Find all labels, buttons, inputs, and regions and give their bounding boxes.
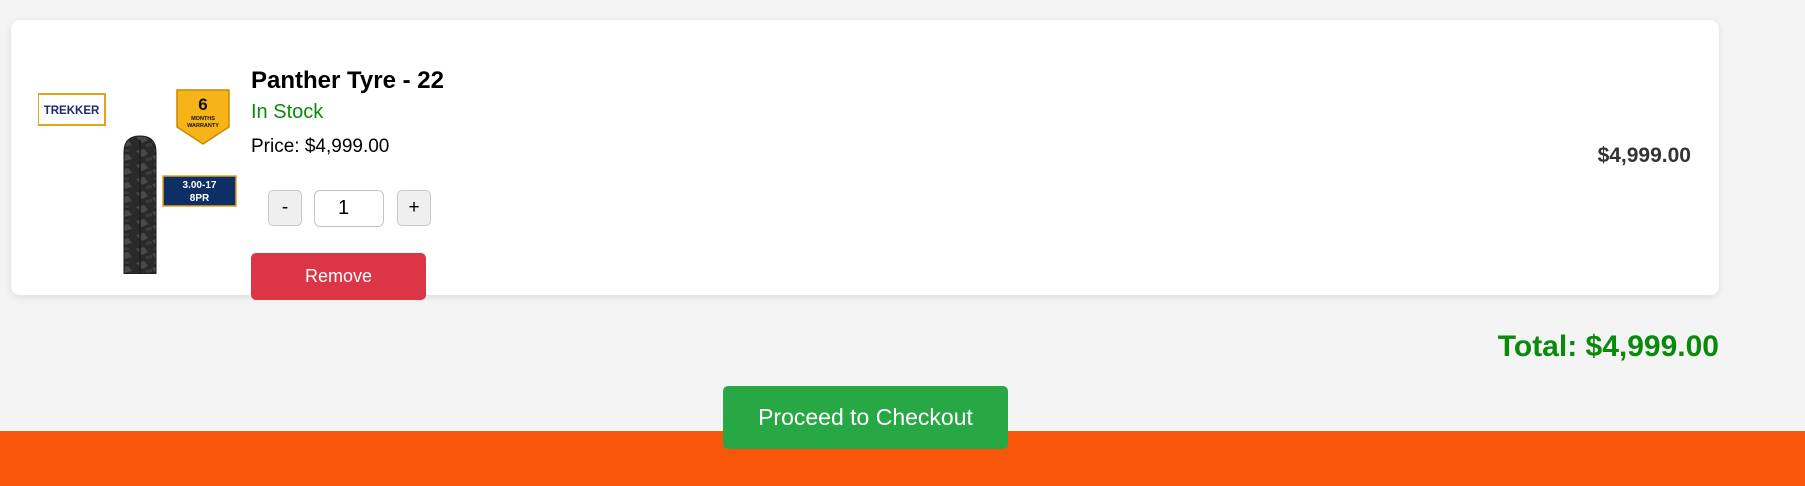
cart-item-card: TREKKER 6 MONTHS WARRANTY 3.00-17 8PR Pa… — [11, 20, 1719, 300]
svg-text:3.00-17: 3.00-17 — [183, 180, 217, 191]
cart-total: Total: $4,999.00 — [1497, 330, 1719, 363]
svg-text:8PR: 8PR — [190, 193, 210, 204]
brand-label: TREKKER — [38, 93, 106, 126]
tyre-size-label: 3.00-17 8PR — [162, 175, 237, 207]
remove-button[interactable]: Remove — [251, 253, 426, 300]
checkout-button[interactable]: Proceed to Checkout — [723, 386, 1008, 449]
line-total: $4,999.00 — [1597, 144, 1691, 167]
quantity-increment-button[interactable]: + — [397, 190, 431, 226]
quantity-input[interactable] — [314, 190, 384, 227]
product-name: Panther Tyre - 22 — [251, 67, 444, 94]
svg-text:WARRANTY: WARRANTY — [187, 123, 219, 129]
warranty-badge: 6 MONTHS WARRANTY — [176, 89, 230, 145]
svg-text:TREKKER: TREKKER — [44, 105, 100, 117]
unit-price: Price: $4,999.00 — [251, 136, 390, 157]
svg-text:MONTHS: MONTHS — [191, 116, 215, 122]
quantity-decrement-button[interactable]: - — [268, 190, 302, 226]
product-image: TREKKER 6 MONTHS WARRANTY 3.00-17 8PR — [38, 89, 237, 274]
stock-status: In Stock — [251, 101, 324, 123]
svg-text:6: 6 — [198, 95, 207, 114]
